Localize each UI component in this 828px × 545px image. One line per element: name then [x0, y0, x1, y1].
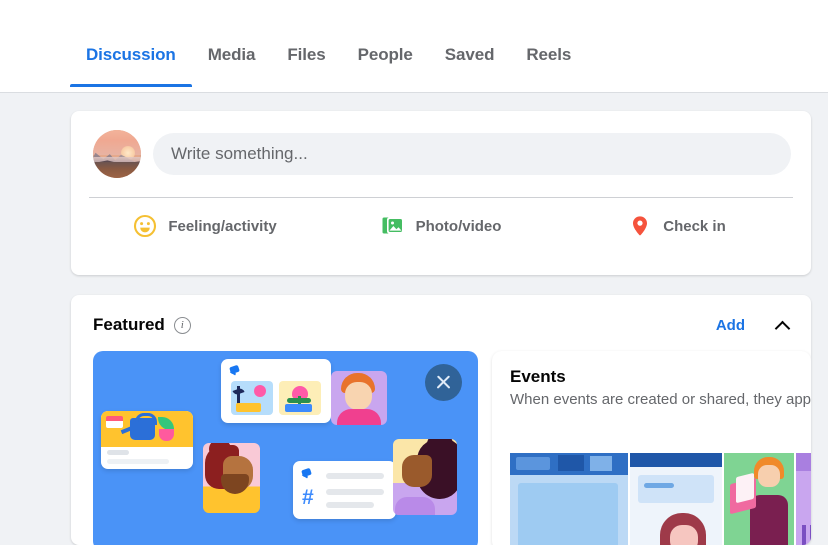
- hashtag-icon: #: [302, 486, 314, 509]
- photo-video-button[interactable]: Photo/video: [323, 206, 559, 246]
- tab-saved[interactable]: Saved: [429, 37, 511, 87]
- featured-header: Featured i Add: [71, 295, 811, 335]
- illustration-garden-card: [101, 411, 193, 469]
- garden-text-line-1: [107, 450, 129, 455]
- watering-can-icon: [130, 413, 157, 440]
- garden-card-image: [101, 411, 193, 447]
- tab-media[interactable]: Media: [192, 37, 272, 87]
- image-block-2: [516, 457, 550, 470]
- pinned-photo-2: [279, 381, 321, 415]
- photo-video-icon: [382, 217, 404, 234]
- tab-files[interactable]: Files: [271, 37, 341, 87]
- featured-card: Featured i Add # Events When events are …: [71, 295, 811, 545]
- feeling-activity-button[interactable]: Feeling/activity: [87, 206, 323, 246]
- hashtag-text-line-1: [326, 473, 384, 479]
- location-pin-icon: [633, 216, 648, 236]
- photo-video-label: Photo/video: [415, 217, 502, 235]
- info-circle-icon[interactable]: i: [173, 316, 191, 334]
- write-something-input[interactable]: Write something...: [153, 133, 791, 175]
- image-strip-band: [796, 453, 811, 471]
- illustration-avatar-1: [331, 371, 387, 425]
- events-image-4: [796, 453, 811, 545]
- tab-discussion[interactable]: Discussion: [70, 37, 192, 87]
- events-image-1: [510, 453, 628, 545]
- tulip-leaf: [287, 398, 311, 403]
- image-bar: [630, 453, 722, 467]
- profile-tab-bar: Discussion Media Files People Saved Reel…: [0, 0, 828, 93]
- feeling-activity-label: Feeling/activity: [168, 217, 277, 235]
- events-image-2: [630, 453, 722, 545]
- avatar-ground: [93, 161, 141, 178]
- tab-people[interactable]: People: [342, 37, 429, 87]
- hashtag-text-line-2: [326, 489, 384, 495]
- composer-row: Write something...: [71, 111, 811, 178]
- featured-items-row: # Events When events are created or shar…: [71, 335, 811, 545]
- planter-base: [236, 403, 261, 412]
- image-window: [638, 475, 714, 503]
- composer-placeholder: Write something...: [171, 144, 308, 163]
- composer-actions: Feeling/activity Photo/video Check in: [71, 198, 811, 254]
- flower-bud: [254, 385, 266, 397]
- image-bars: [802, 525, 811, 545]
- smiley-icon: [134, 214, 157, 238]
- check-in-button[interactable]: Check in: [559, 206, 795, 246]
- illustration-pinned-photo-card: [221, 359, 331, 423]
- featured-title: Featured: [93, 315, 165, 334]
- events-card-image-strip: [510, 453, 811, 545]
- events-card-description: When events are created or shared, they …: [510, 391, 811, 408]
- chevron-up-icon[interactable]: [775, 317, 791, 333]
- avatar[interactable]: [93, 130, 141, 178]
- garden-text-line-2: [107, 459, 169, 464]
- person-face: [670, 525, 698, 545]
- avatar-body: [395, 497, 435, 515]
- plant-pot-shape: [159, 429, 174, 441]
- illustration-avatar-2: [203, 443, 260, 513]
- illustration-avatar-3: [393, 439, 457, 515]
- avatar-face: [402, 455, 432, 487]
- tab-reels[interactable]: Reels: [510, 37, 587, 87]
- tab-list: Discussion Media Files People Saved Reel…: [70, 37, 587, 87]
- featured-promo-illustration[interactable]: #: [93, 351, 478, 545]
- image-sheet: [518, 483, 618, 545]
- illustration-hashtag-card: #: [293, 461, 396, 519]
- post-composer-card: Write something... Feeling/activity Phot…: [71, 111, 811, 275]
- image-block-4: [590, 456, 612, 471]
- image-dots: [644, 483, 674, 488]
- featured-events-card[interactable]: Events When events are created or shared…: [492, 351, 811, 545]
- pinned-photo-1: [231, 381, 273, 415]
- pin-icon: [229, 366, 240, 377]
- avatar-beard: [221, 474, 249, 494]
- person-face: [758, 465, 780, 487]
- book-page: [736, 472, 754, 504]
- events-card-title: Events: [510, 367, 566, 386]
- avatar-face: [345, 382, 372, 410]
- garden-chip: [106, 416, 123, 428]
- tulip-planter: [285, 404, 312, 412]
- close-icon[interactable]: [425, 364, 462, 401]
- events-image-3: [724, 453, 794, 545]
- pin-icon: [301, 469, 312, 480]
- image-block-3: [558, 455, 584, 471]
- hashtag-text-line-3: [326, 502, 374, 508]
- check-in-label: Check in: [663, 217, 726, 235]
- avatar-body: [337, 409, 381, 425]
- add-featured-button[interactable]: Add: [716, 317, 745, 334]
